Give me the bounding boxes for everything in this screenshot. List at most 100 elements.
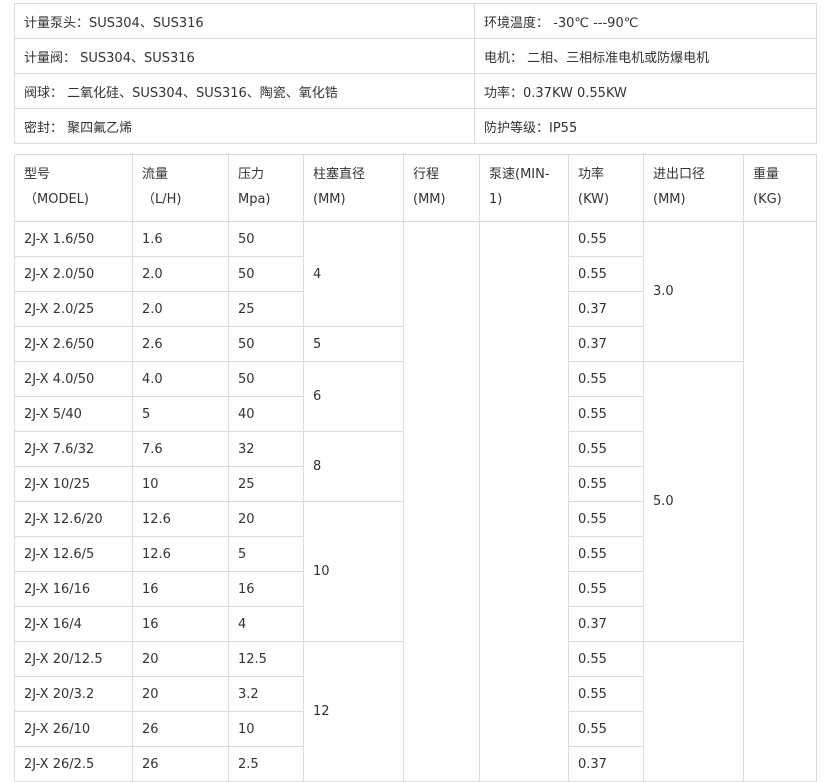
pressure-cell: 4 <box>228 606 304 642</box>
pressure-cell: 50 <box>228 326 304 362</box>
header-stroke: 行程 (MM) <box>403 154 480 222</box>
spec-table: 计量泵头：SUS304、SUS316 环境温度： -30℃ ---90℃ 计量阀… <box>14 3 817 144</box>
pressure-cell: 16 <box>228 571 304 607</box>
spec-cell: 环境温度： -30℃ ---90℃ <box>474 3 817 39</box>
pressure-cell: 5 <box>228 536 304 572</box>
power-cell: 0.37 <box>568 326 644 362</box>
header-pressure: 压力 Mpa) <box>228 154 304 222</box>
pressure-cell: 20 <box>228 501 304 537</box>
power-cell: 0.37 <box>568 746 644 782</box>
model-cell: 2J-X 4.0/50 <box>14 361 133 397</box>
pressure-cell: 40 <box>228 396 304 432</box>
model-table: 型号 （MODEL) 流量 （L/H) 压力 Mpa) 柱塞直径 (MM) 行程 (MM)… <box>14 154 817 782</box>
model-cell: 2J-X 7.6/32 <box>14 431 133 467</box>
spec-cell: 密封： 聚四氟乙烯 <box>14 108 475 144</box>
stroke-cell <box>403 221 480 782</box>
model-cell: 2J-X 12.6/20 <box>14 501 133 537</box>
header-power: 功率 (KW) <box>568 154 644 222</box>
model-cell: 2J-X 26/2.5 <box>14 746 133 782</box>
flow-cell: 20 <box>132 641 229 677</box>
plunger-cell: 8 <box>303 431 404 502</box>
pressure-cell: 2.5 <box>228 746 304 782</box>
spec-row: 阀球： 二氧化硅、SUS304、SUS316、陶瓷、氧化锆 功率：0.37KW … <box>14 73 817 109</box>
power-cell: 0.55 <box>568 536 644 572</box>
power-cell: 0.55 <box>568 256 644 292</box>
header-weight: 重量 (KG) <box>743 154 817 222</box>
model-cell: 2J-X 20/12.5 <box>14 641 133 677</box>
flow-cell: 4.0 <box>132 361 229 397</box>
flow-cell: 16 <box>132 571 229 607</box>
flow-cell: 2.6 <box>132 326 229 362</box>
spec-cell: 功率：0.37KW 0.55KW <box>474 73 817 109</box>
flow-cell: 5 <box>132 396 229 432</box>
flow-cell: 1.6 <box>132 221 229 257</box>
pressure-cell: 25 <box>228 291 304 327</box>
spec-row: 密封： 聚四氟乙烯 防护等级：IP55 <box>14 108 817 144</box>
power-cell: 0.55 <box>568 431 644 467</box>
table-row: 2J-X 1.6/50 1.6 50 4 0.55 3.0 <box>14 221 817 782</box>
flow-cell: 2.0 <box>132 291 229 327</box>
plunger-cell: 4 <box>303 221 404 327</box>
pressure-cell: 50 <box>228 256 304 292</box>
header-port: 进出口径 (MM) <box>643 154 744 222</box>
pressure-cell: 50 <box>228 221 304 257</box>
port-cell: 5.0 <box>643 361 744 642</box>
power-cell: 0.55 <box>568 641 644 677</box>
model-cell: 2J-X 20/3.2 <box>14 676 133 712</box>
pressure-cell: 25 <box>228 466 304 502</box>
pressure-cell: 32 <box>228 431 304 467</box>
model-cell: 2J-X 26/10 <box>14 711 133 747</box>
pressure-cell: 12.5 <box>228 641 304 677</box>
power-cell: 0.55 <box>568 466 644 502</box>
power-cell: 0.55 <box>568 571 644 607</box>
flow-cell: 26 <box>132 711 229 747</box>
spec-cell: 阀球： 二氧化硅、SUS304、SUS316、陶瓷、氧化锆 <box>14 73 475 109</box>
plunger-cell: 6 <box>303 361 404 432</box>
header-plunger: 柱塞直径 (MM) <box>303 154 404 222</box>
plunger-cell: 10 <box>303 501 404 642</box>
spec-cell: 防护等级：IP55 <box>474 108 817 144</box>
flow-cell: 7.6 <box>132 431 229 467</box>
flow-cell: 12.6 <box>132 536 229 572</box>
model-cell: 2J-X 5/40 <box>14 396 133 432</box>
spec-cell: 计量泵头：SUS304、SUS316 <box>14 3 475 39</box>
power-cell: 0.55 <box>568 396 644 432</box>
weight-cell <box>743 221 817 782</box>
power-cell: 0.37 <box>568 291 644 327</box>
spec-cell: 电机： 二相、三相标准电机或防爆电机 <box>474 38 817 74</box>
power-cell: 0.55 <box>568 501 644 537</box>
plunger-cell: 5 <box>303 326 404 362</box>
header-model: 型号 （MODEL) <box>14 154 133 222</box>
pressure-cell: 50 <box>228 361 304 397</box>
power-cell: 0.55 <box>568 676 644 712</box>
model-cell: 2J-X 10/25 <box>14 466 133 502</box>
plunger-cell: 12 <box>303 641 404 782</box>
pressure-cell: 10 <box>228 711 304 747</box>
flow-cell: 10 <box>132 466 229 502</box>
speed-cell <box>479 221 569 782</box>
table-header: 型号 （MODEL) 流量 （L/H) 压力 Mpa) 柱塞直径 (MM) 行程 (MM)… <box>14 154 817 222</box>
header-row: 型号 （MODEL) 流量 （L/H) 压力 Mpa) 柱塞直径 (MM) 行程 (MM)… <box>14 154 817 222</box>
model-cell: 2J-X 12.6/5 <box>14 536 133 572</box>
flow-cell: 20 <box>132 676 229 712</box>
spec-row: 计量阀： SUS304、SUS316 电机： 二相、三相标准电机或防爆电机 <box>14 38 817 74</box>
model-cell: 2J-X 2.0/25 <box>14 291 133 327</box>
power-cell: 0.55 <box>568 711 644 747</box>
port-cell: 3.0 <box>643 221 744 362</box>
power-cell: 0.55 <box>568 361 644 397</box>
pressure-cell: 3.2 <box>228 676 304 712</box>
flow-cell: 16 <box>132 606 229 642</box>
power-cell: 0.37 <box>568 606 644 642</box>
flow-cell: 26 <box>132 746 229 782</box>
model-cell: 2J-X 2.0/50 <box>14 256 133 292</box>
model-cell: 2J-X 16/4 <box>14 606 133 642</box>
spec-body: 计量泵头：SUS304、SUS316 环境温度： -30℃ ---90℃ 计量阀… <box>14 3 817 144</box>
table-body: 2J-X 1.6/50 1.6 50 4 0.55 3.0 2J-X 2.0/50 2.0 50… <box>14 221 817 782</box>
spec-row: 计量泵头：SUS304、SUS316 环境温度： -30℃ ---90℃ <box>14 3 817 39</box>
flow-cell: 12.6 <box>132 501 229 537</box>
header-speed: 泵速(MIN- 1) <box>479 154 569 222</box>
spec-cell: 计量阀： SUS304、SUS316 <box>14 38 475 74</box>
power-cell: 0.55 <box>568 221 644 257</box>
model-cell: 2J-X 2.6/50 <box>14 326 133 362</box>
flow-cell: 2.0 <box>132 256 229 292</box>
